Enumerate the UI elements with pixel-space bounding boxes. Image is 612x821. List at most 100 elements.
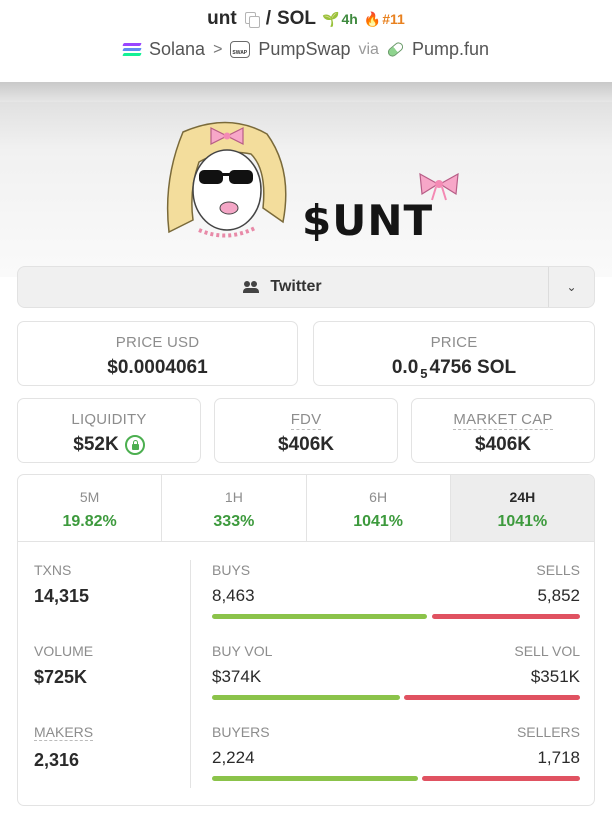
via-label: via <box>358 40 379 58</box>
tab-24h-label: 24H <box>509 489 536 505</box>
tab-5m-label: 5M <box>79 489 100 505</box>
socials-bar: Twitter ⌄ <box>17 266 595 308</box>
dex-link[interactable]: PumpSwap <box>258 39 350 60</box>
buy-sell-volume-breakdown: BUY VOL SELL VOL $374K $351K <box>212 643 580 700</box>
tab-24h-change: 1041% <box>497 513 548 530</box>
price-native-prefix: 0.0 <box>391 357 419 378</box>
tab-24h[interactable]: 24H 1041% <box>450 475 594 541</box>
tab-1h[interactable]: 1H 333% <box>162 475 307 541</box>
sellers-label: SELLERS <box>516 724 580 740</box>
timeframe-tabs: 5M 19.82% 1H 333% 6H 1041% 24H 1041% <box>18 475 594 542</box>
chevron-right-icon: > <box>213 40 223 58</box>
pair-title-row: unt / SOL 🌱 4h 🔥 #11 <box>0 8 612 30</box>
price-usd-label: PRICE USD <box>115 334 200 351</box>
makers-label[interactable]: MAKERS <box>34 724 94 741</box>
txns-value: 14,315 <box>34 586 90 606</box>
sells-bar-fill <box>431 614 580 619</box>
sells-value: 5,852 <box>537 586 580 605</box>
token-symbol: unt <box>207 8 237 29</box>
pink-bow-icon <box>419 172 459 201</box>
lock-icon[interactable] <box>124 435 145 455</box>
tab-6h-label: 6H <box>369 489 388 505</box>
tab-6h-change: 1041% <box>353 513 404 530</box>
sellers-value: 1,718 <box>537 748 580 767</box>
buy-vol-label: BUY VOL <box>212 643 273 659</box>
quote-symbol: SOL <box>276 8 317 29</box>
mascot-illustration <box>166 121 287 238</box>
launchpad-link[interactable]: Pump.fun <box>412 39 489 60</box>
copy-icon[interactable] <box>244 12 260 28</box>
txns-label: TXNS <box>34 562 72 578</box>
ticker-artwork: $UNT <box>302 196 434 245</box>
volume-label: VOLUME <box>34 643 94 659</box>
liquidity-value-row: $52K <box>18 434 200 456</box>
price-native-value: 0.0 5 4756 SOL <box>314 357 594 381</box>
price-native-suffix: 4756 SOL <box>429 357 517 378</box>
buy-vol-value: $374K <box>212 667 262 686</box>
buyers-value: 2,224 <box>212 748 255 767</box>
tab-1h-label: 1H <box>224 489 243 505</box>
flame-icon: 🔥 <box>363 10 382 27</box>
socials-dropdown-button[interactable]: ⌄ <box>548 267 594 307</box>
fdv-value: $406K <box>278 434 334 455</box>
twitter-label: Twitter <box>270 278 322 295</box>
buys-sells-bar <box>212 614 580 619</box>
tab-5m-change: 19.82% <box>62 513 117 530</box>
trending-rank-badge[interactable]: 🔥 #11 <box>364 11 405 28</box>
stats-panel: 5M 19.82% 1H 333% 6H 1041% 24H 1041% TXN… <box>17 474 595 806</box>
buy-vol-bar-fill <box>212 695 400 700</box>
buys-value: 8,463 <box>212 586 255 605</box>
pair-separator: / <box>265 8 271 29</box>
volume-row: VOLUME $725K BUY VOL SELL VOL $374K $351… <box>18 643 594 723</box>
makers-total: MAKERS 2,316 <box>34 724 94 771</box>
tab-6h[interactable]: 6H 1041% <box>307 475 451 541</box>
makers-row: MAKERS 2,316 BUYERS SELLERS 2,224 1,718 <box>18 724 594 804</box>
liquidity-label: LIQUIDITY <box>71 411 147 428</box>
market-cap-label[interactable]: MARKET CAP <box>453 411 553 430</box>
liquidity-card: LIQUIDITY $52K <box>17 398 201 463</box>
pumpfun-logo-icon <box>386 40 405 59</box>
liquidity-value: $52K <box>73 434 119 455</box>
tab-5m[interactable]: 5M 19.82% <box>18 475 163 541</box>
pumpswap-logo-icon <box>230 41 251 58</box>
trending-rank-text: #11 <box>382 11 405 27</box>
price-usd-value: $0.0004061 <box>107 357 208 378</box>
sell-vol-value: $351K <box>530 667 580 686</box>
sell-vol-bar-fill <box>403 695 580 700</box>
solana-logo-icon <box>122 43 142 56</box>
tab-1h-change: 333% <box>213 513 255 530</box>
buy-sell-volume-bar <box>212 695 580 700</box>
chevron-down-icon: ⌄ <box>566 280 577 294</box>
banner-shade <box>0 82 612 102</box>
price-native-card: PRICE 0.0 5 4756 SOL <box>313 321 595 386</box>
sells-label: SELLS <box>536 562 580 578</box>
txns-row: TXNS 14,315 BUYS SELLS 8,463 5,852 <box>18 562 594 642</box>
buyers-sellers-breakdown: BUYERS SELLERS 2,224 1,718 <box>212 724 580 781</box>
token-banner: $UNT <box>0 82 612 277</box>
fdv-card: FDV $406K <box>214 398 398 463</box>
pair-header: unt / SOL 🌱 4h 🔥 #11 Solana > PumpSwap v… <box>0 0 612 80</box>
pair-age-text: 4h <box>341 11 358 27</box>
breadcrumb: Solana > PumpSwap via Pump.fun <box>0 39 612 60</box>
pair-age-badge: 🌱 4h <box>322 11 358 28</box>
twitter-button[interactable]: Twitter <box>18 267 548 307</box>
buys-sells-breakdown: BUYS SELLS 8,463 5,852 <box>212 562 580 619</box>
price-native-label: PRICE <box>430 334 478 351</box>
buys-label: BUYS <box>212 562 251 578</box>
price-usd-card: PRICE USD $0.0004061 <box>17 321 298 386</box>
buyers-label: BUYERS <box>212 724 270 740</box>
price-native-zero-count: 5 <box>420 366 428 381</box>
buyers-sellers-bar <box>212 776 580 781</box>
volume-total: VOLUME $725K <box>34 643 93 688</box>
txns-total: TXNS 14,315 <box>34 562 89 607</box>
chain-link[interactable]: Solana <box>149 39 205 60</box>
sellers-bar-fill <box>421 776 580 781</box>
seedling-icon: 🌱 <box>322 10 340 27</box>
makers-value: 2,316 <box>34 750 80 770</box>
volume-value: $725K <box>34 667 88 687</box>
market-cap-value: $406K <box>475 434 531 455</box>
buyers-bar-fill <box>212 776 418 781</box>
market-cap-card: MARKET CAP $406K <box>411 398 595 463</box>
sell-vol-label: SELL VOL <box>514 643 580 659</box>
fdv-label[interactable]: FDV <box>290 411 322 430</box>
